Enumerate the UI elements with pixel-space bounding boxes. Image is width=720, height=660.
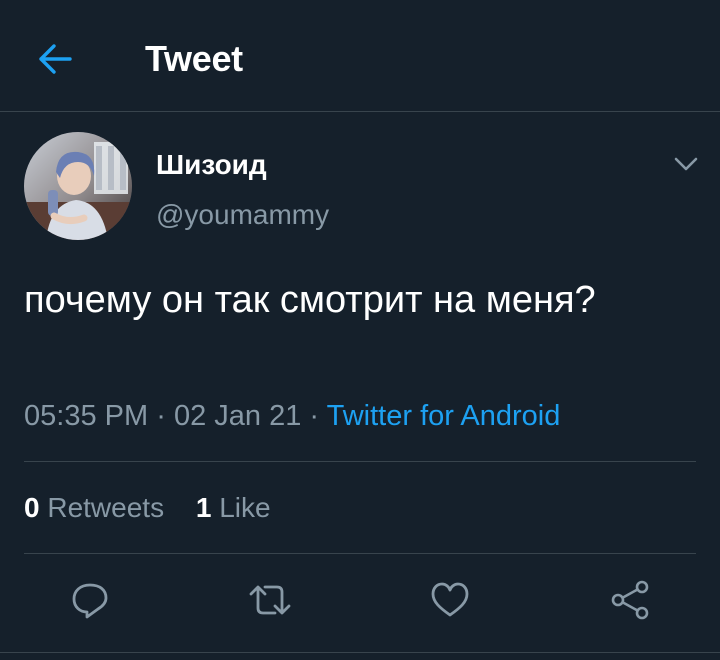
avatar[interactable] [24, 132, 132, 240]
retweets-stat[interactable]: 0 Retweets [24, 488, 164, 528]
likes-count: 1 [195, 492, 212, 523]
tweet-options-button[interactable] [664, 146, 708, 182]
back-button[interactable] [32, 36, 78, 82]
reply-icon [72, 583, 108, 619]
tweet-detail-screen: Tweet Шизоид @youmammy почему он так смо… [0, 0, 720, 660]
retweets-label: Retweets [47, 492, 165, 523]
divider [24, 461, 696, 462]
tweet-stats: 0 Retweets 1 Like [24, 488, 271, 528]
tweet-source-link[interactable]: Twitter for Android [327, 400, 561, 432]
author-display-name[interactable]: Шизоид [156, 148, 267, 182]
top-app-bar: Tweet [0, 0, 720, 112]
page-title: Tweet [145, 38, 243, 79]
tweet-time: 05:35 PM [24, 400, 149, 432]
retweet-icon [249, 585, 291, 615]
likes-label: Like [219, 492, 271, 523]
like-button[interactable] [426, 576, 474, 624]
divider [0, 652, 720, 653]
tweet-text: почему он так смотрит на меня? [24, 279, 596, 321]
avatar-image [24, 132, 132, 240]
meta-separator: · [309, 400, 320, 432]
retweets-count: 0 [24, 492, 40, 523]
meta-separator: · [156, 400, 166, 432]
heart-icon [431, 582, 469, 617]
arrow-left-icon [39, 44, 72, 74]
tweet-date: 02 Jan 21 [173, 400, 302, 432]
likes-stat[interactable]: 1 Like [196, 488, 271, 528]
reply-button[interactable] [66, 576, 114, 624]
retweet-button[interactable] [246, 576, 294, 624]
chevron-down-icon [674, 157, 698, 171]
tweet-meta: 05:35 PM · 02 Jan 21 · Twitter for Andro… [24, 396, 560, 436]
share-button[interactable] [606, 576, 654, 624]
divider [24, 553, 696, 554]
share-icon [611, 580, 649, 620]
author-handle[interactable]: @youmammy [156, 198, 329, 232]
